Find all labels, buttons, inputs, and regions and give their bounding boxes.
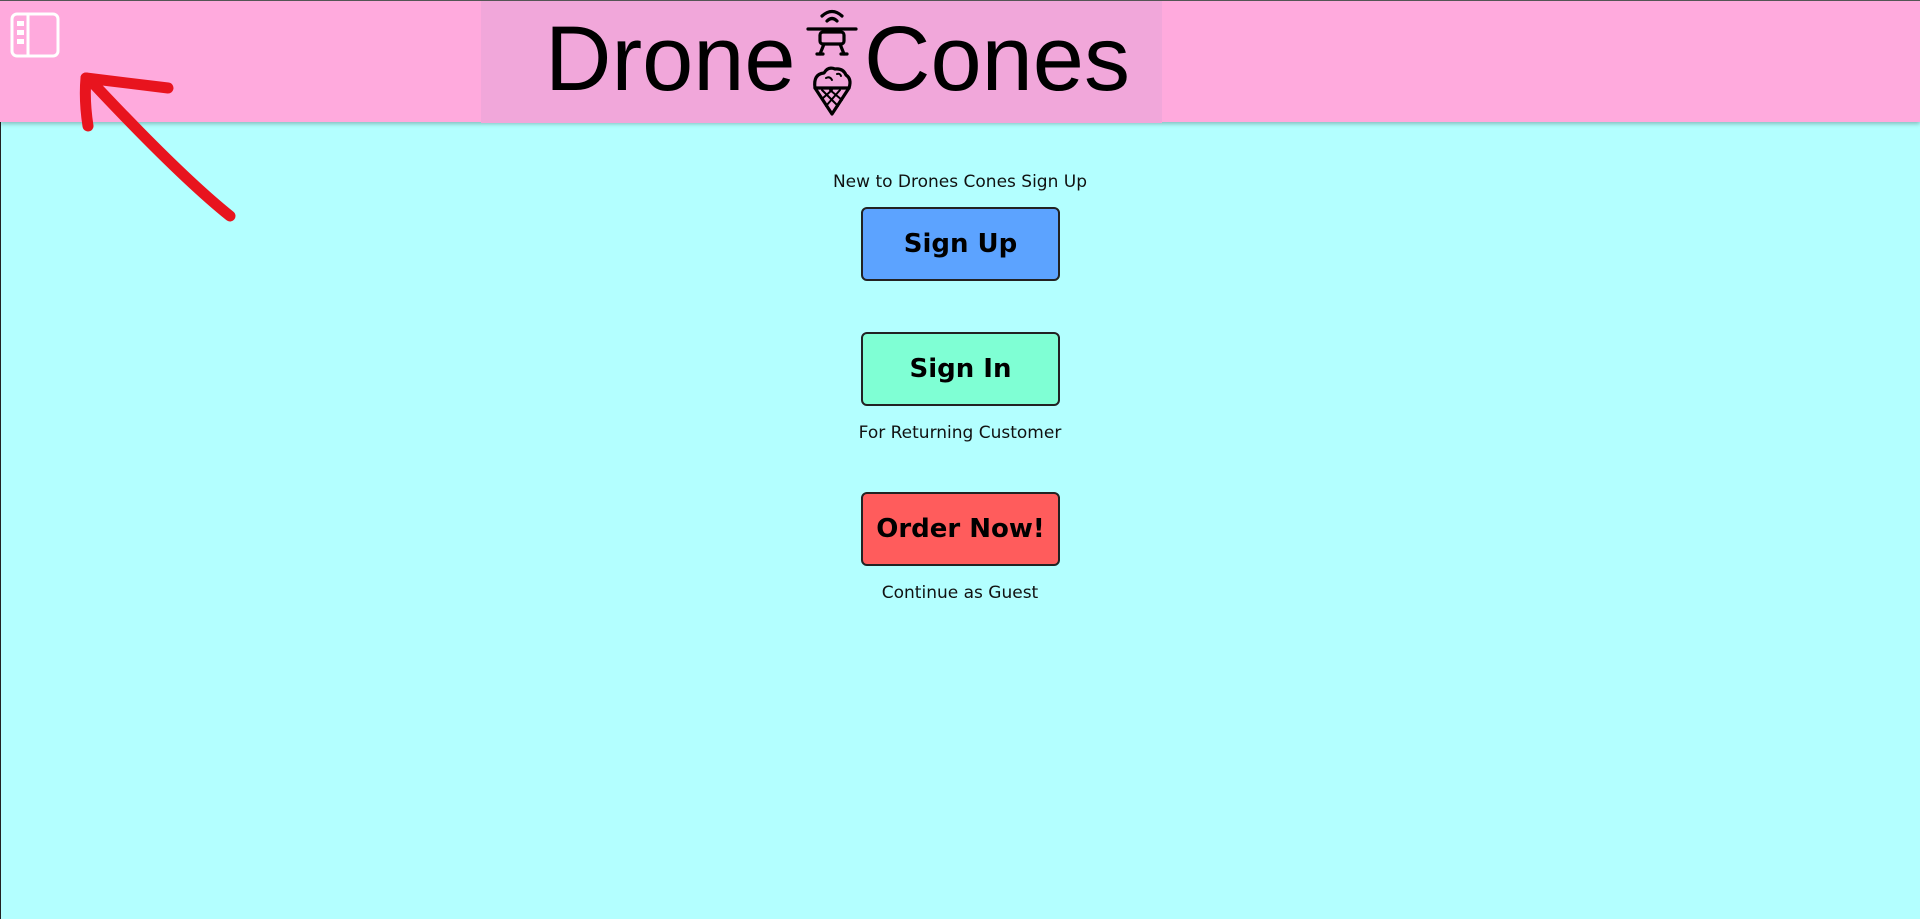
logo-word-drone: Drone bbox=[545, 8, 796, 110]
guest-caption: Continue as Guest bbox=[881, 583, 1039, 603]
signup-caption: New to Drones Cones Sign Up bbox=[832, 172, 1088, 192]
window-left-edge bbox=[0, 0, 1, 919]
sidebar-toggle-icon[interactable] bbox=[10, 12, 60, 58]
signin-caption: For Returning Customer bbox=[858, 423, 1062, 443]
sign-up-button[interactable]: Sign Up bbox=[861, 207, 1060, 281]
sign-in-button[interactable]: Sign In bbox=[861, 332, 1060, 406]
order-now-button[interactable]: Order Now! bbox=[861, 492, 1060, 566]
drone-ice-cream-icon bbox=[806, 9, 858, 116]
logo-word-cones: Cones bbox=[864, 8, 1130, 110]
